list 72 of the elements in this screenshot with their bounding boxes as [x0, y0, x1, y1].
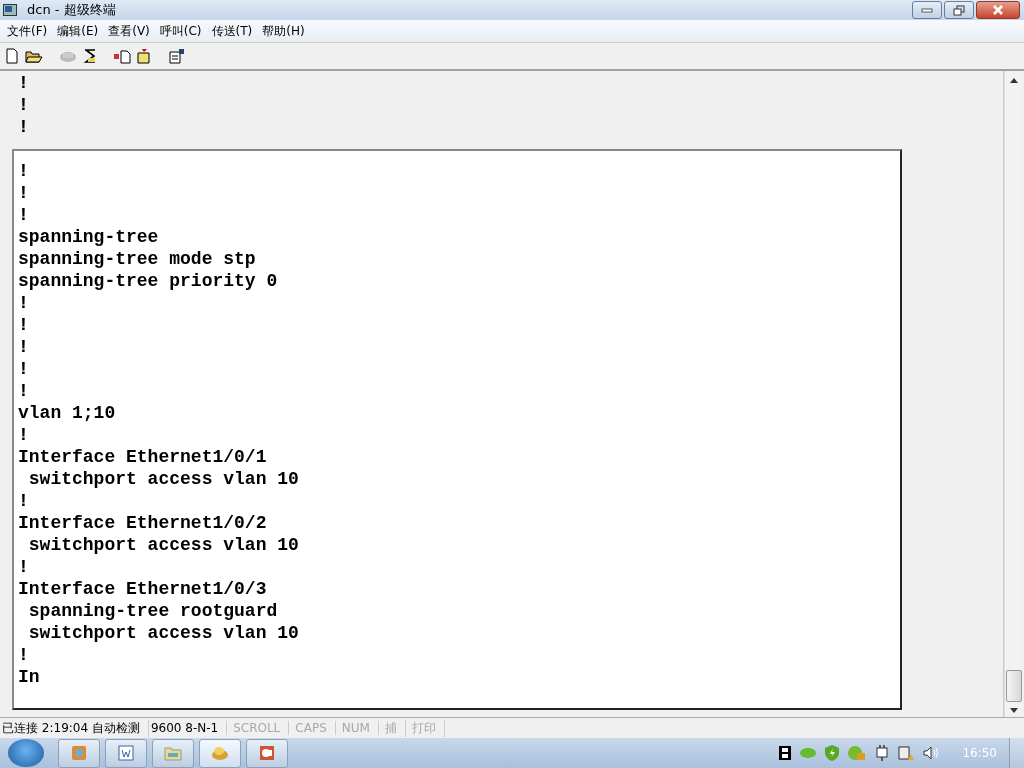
scroll-down-icon[interactable] [1009, 708, 1018, 713]
receive-icon[interactable] [137, 48, 153, 64]
terminal-line: ! [18, 336, 30, 358]
terminal-line: switchport access vlan 10 [27, 622, 300, 644]
open-folder-icon[interactable] [25, 48, 43, 64]
shield-icon[interactable] [825, 745, 840, 761]
taskbar-button[interactable] [246, 738, 288, 768]
terminal-line: ! [18, 424, 30, 446]
terminal-line: switchport access vlan 10 [27, 468, 300, 490]
menu-item[interactable]: 帮助(H) [257, 22, 310, 40]
menu-item[interactable]: 查看(V) [103, 22, 155, 40]
terminal-line: ! [18, 556, 30, 578]
menu-item[interactable]: 文件(F) [2, 22, 53, 40]
presentation-icon [259, 745, 275, 761]
taskbar-button[interactable] [105, 738, 147, 768]
menu-item[interactable]: 编辑(E) [52, 22, 104, 40]
status-field: 打印 [405, 719, 445, 737]
restore-icon [953, 4, 965, 16]
terminal-line: spanning-tree [18, 226, 160, 248]
minimize-button[interactable] [912, 1, 942, 19]
close-button[interactable] [976, 1, 1020, 19]
terminal-line: ! [18, 314, 30, 336]
film-icon[interactable] [779, 746, 792, 760]
properties-icon[interactable] [169, 48, 186, 64]
document-icon [118, 745, 134, 761]
menu-item[interactable]: 呼叫(C) [154, 22, 207, 40]
close-icon [991, 4, 1005, 16]
terminal-line: Interface Ethernet1/0/3 [18, 578, 268, 600]
new-document-icon[interactable] [5, 48, 19, 64]
folder-icon [164, 745, 182, 761]
restore-button[interactable] [944, 1, 974, 19]
vertical-scrollbar[interactable] [1004, 71, 1022, 717]
window-icon [71, 745, 87, 761]
status-field: 9600 8-N-1 [148, 721, 228, 735]
terminal-line: ! [18, 116, 30, 138]
terminal-line: Interface Ethernet1/0/1 [18, 446, 268, 468]
terminal-line: ! [18, 490, 30, 512]
terminal-line: switchport access vlan 10 [27, 534, 300, 556]
status-field: CAPS [289, 721, 336, 735]
status-field: NUM [335, 721, 379, 735]
terminal-line: ! [18, 644, 30, 666]
scroll-thumb[interactable] [1005, 670, 1022, 702]
terminal-line: ! [18, 160, 30, 182]
terminal-line: ! [18, 72, 30, 94]
minimize-icon [921, 7, 933, 13]
network-warning-icon[interactable] [898, 745, 915, 761]
terminal-line: ! [18, 204, 30, 226]
terminal-line: vlan 1;10 [18, 402, 117, 424]
status-field: SCROLL [227, 721, 290, 735]
plug-icon[interactable] [875, 745, 890, 761]
terminal-line: Interface Ethernet1/0/2 [18, 512, 268, 534]
scroll-up-icon[interactable] [1009, 78, 1018, 83]
terminal-line: ! [18, 292, 30, 314]
send-icon[interactable] [113, 48, 131, 64]
terminal-line: ! [18, 380, 30, 402]
window-title: dcn - 超级终端 [27, 1, 117, 19]
speaker-icon[interactable] [923, 746, 940, 760]
taskbar-button[interactable] [58, 738, 100, 768]
terminal-line: In [18, 666, 41, 688]
terminal-line: spanning-tree mode stp [18, 248, 257, 270]
taskbar-button[interactable] [152, 738, 194, 768]
status-field: 捕 [378, 719, 406, 737]
terminal-line: spanning-tree rootguard [27, 600, 279, 622]
terminal-icon [3, 4, 17, 16]
terminal-line: ! [18, 358, 30, 380]
terminal-line: ! [18, 182, 30, 204]
terminal-line: ! [18, 94, 30, 116]
terminal-line: spanning-tree priority 0 [18, 270, 279, 292]
start-button[interactable] [8, 739, 44, 767]
menu-item[interactable]: 传送(T) [206, 22, 258, 40]
status-field: 已连接 2:19:04 自动检测 [0, 719, 149, 737]
taskbar-button[interactable] [199, 738, 241, 768]
